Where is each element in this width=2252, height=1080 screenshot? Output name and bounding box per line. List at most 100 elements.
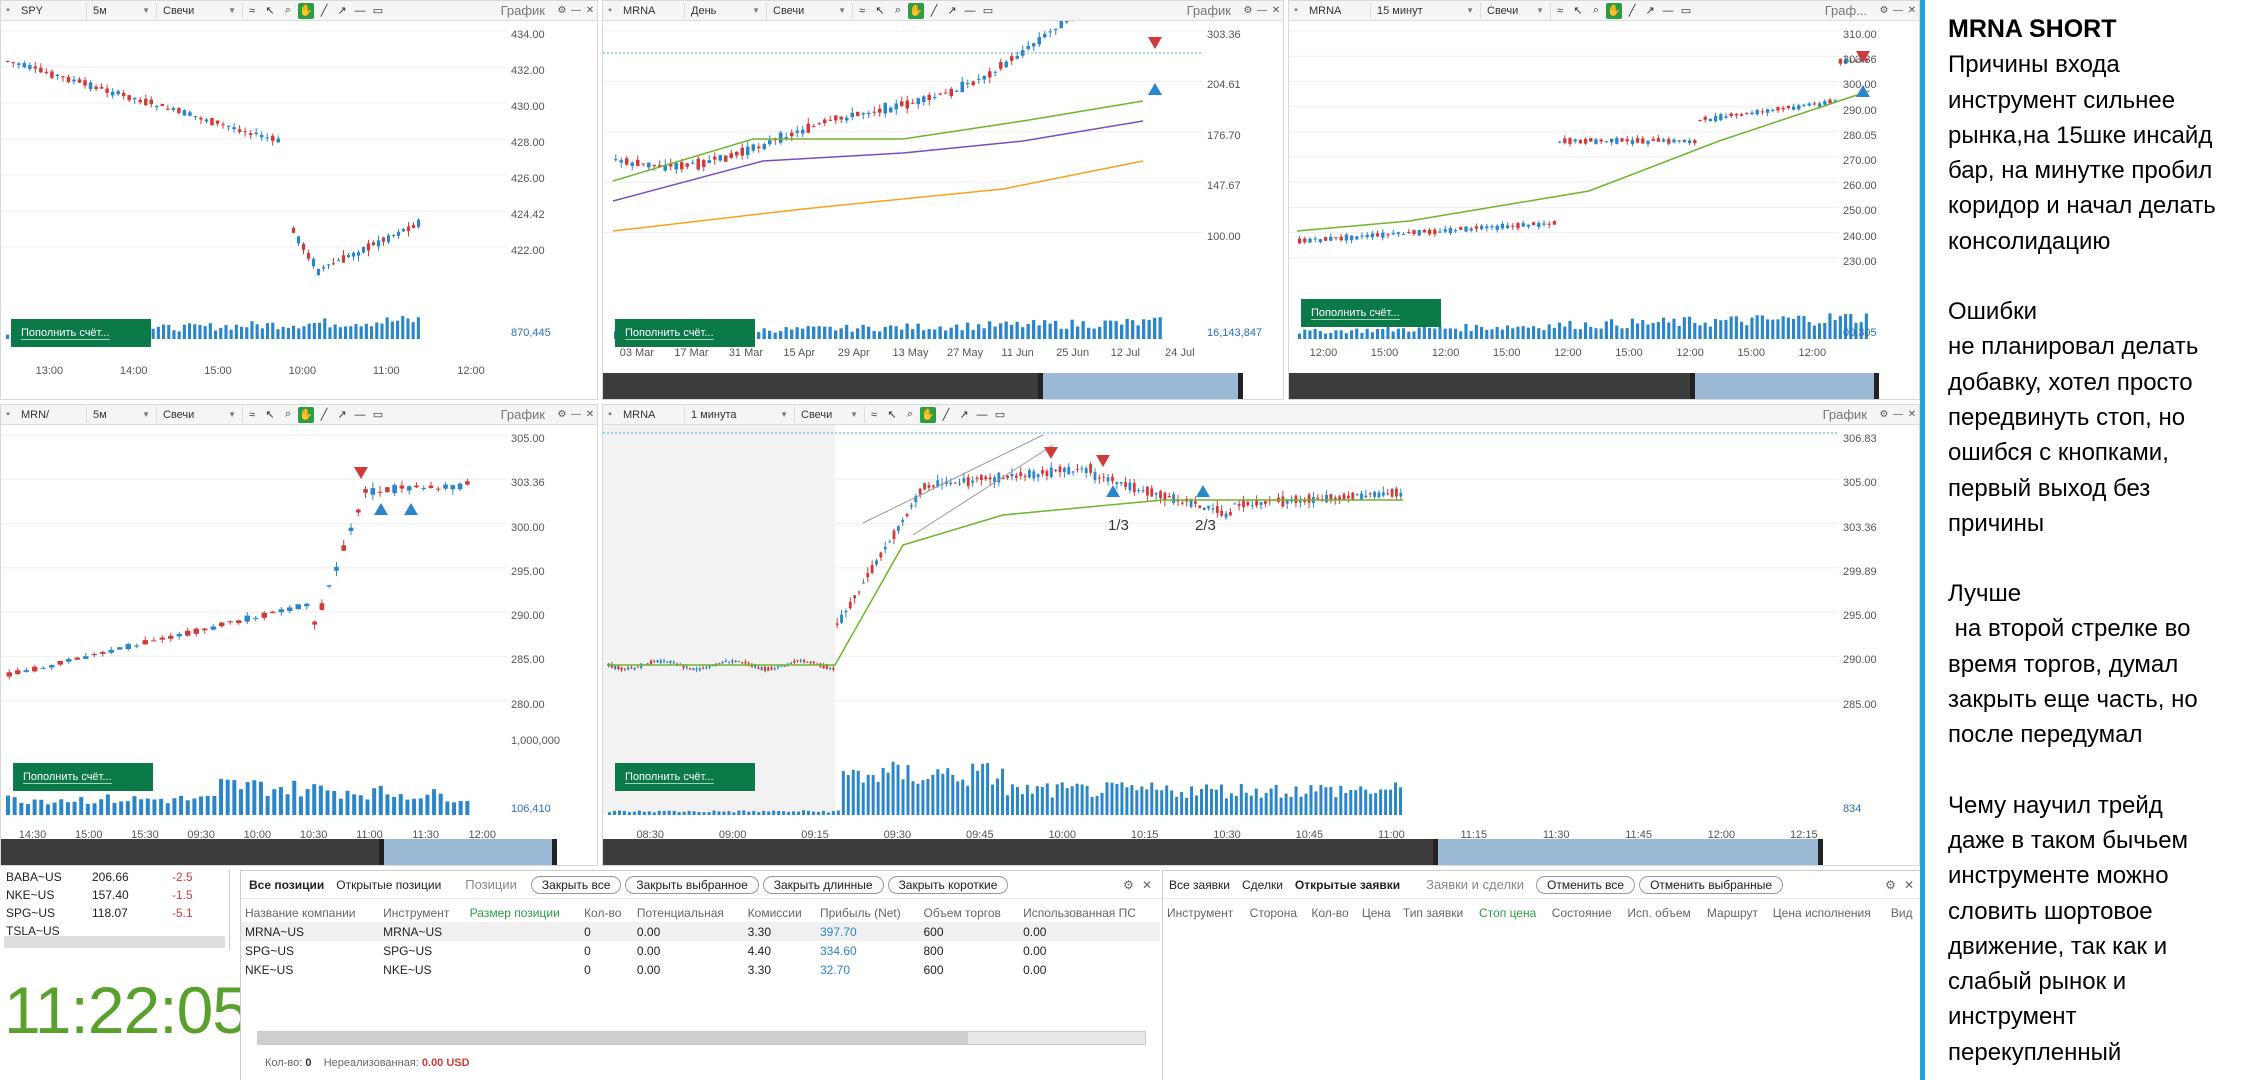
close-icon[interactable]: ✕ (583, 409, 597, 420)
column-header[interactable]: Потенциальная (633, 903, 744, 922)
watchlist-row[interactable]: BABA~US 206.66 -2.5 (0, 870, 229, 888)
zoom-icon[interactable]: ⌕ (1588, 3, 1604, 19)
hline-tool-icon[interactable]: — (974, 407, 990, 423)
close-icon[interactable]: ✕ (1905, 5, 1919, 16)
symbol-field[interactable]: MRNA (617, 2, 685, 19)
indicators-icon[interactable]: ≈ (244, 3, 260, 19)
close-icon[interactable]: ✕ (1904, 878, 1914, 892)
close-positions-button[interactable]: Закрыть выбранное (625, 875, 759, 894)
close-icon[interactable]: ✕ (1142, 878, 1152, 892)
hand-icon[interactable]: ✋ (908, 2, 924, 19)
line-tool-icon[interactable]: ╱ (926, 3, 942, 19)
column-header[interactable]: Использованная ПС (1019, 903, 1160, 922)
topup-account-button[interactable]: Пополнить счёт... (615, 763, 755, 791)
topup-account-button[interactable]: Пополнить счёт... (615, 319, 755, 347)
column-header[interactable]: Цена исполнения (1769, 903, 1887, 922)
orders-tab[interactable]: Открытые заявки (1295, 878, 1400, 892)
minimize-icon[interactable]: — (1891, 409, 1905, 420)
minimize-icon[interactable]: — (569, 409, 583, 420)
settings-icon[interactable]: ⚙ (1885, 878, 1896, 892)
column-header[interactable]: Исп. объем (1623, 903, 1703, 922)
price-chart[interactable] (1, 21, 598, 353)
navigator-window[interactable] (379, 839, 557, 865)
settings-icon[interactable]: ⚙ (1241, 5, 1255, 16)
column-header[interactable]: Объем торгов (919, 903, 1019, 922)
hand-icon[interactable]: ✋ (920, 406, 936, 423)
symbol-field[interactable]: MRNA (617, 406, 685, 423)
column-header[interactable]: Название компании (241, 903, 379, 922)
cursor-icon[interactable]: ↖ (262, 407, 278, 423)
cursor-icon[interactable]: ↖ (884, 407, 900, 423)
column-header[interactable]: Стоп цена (1475, 903, 1548, 922)
cursor-icon[interactable]: ↖ (872, 3, 888, 19)
hline-tool-icon[interactable]: — (352, 407, 368, 423)
column-header[interactable]: Комиссии (744, 903, 816, 922)
minimize-icon[interactable]: — (569, 5, 583, 16)
column-header[interactable]: Состояние (1548, 903, 1624, 922)
interval-select[interactable]: 1 минута ▼ (685, 406, 795, 423)
time-navigator[interactable] (1, 839, 557, 865)
line-tool-icon[interactable]: ╱ (938, 407, 954, 423)
settings-icon[interactable]: ⚙ (1877, 5, 1891, 16)
line-tool-icon[interactable]: ╱ (316, 3, 332, 19)
watchlist-row[interactable]: SPG~US 118.07 -5.1 (0, 906, 229, 924)
watchlist-scrollbar[interactable] (4, 936, 225, 948)
positions-hscroll[interactable] (257, 1031, 1146, 1045)
hand-icon[interactable]: ✋ (298, 406, 314, 423)
price-chart[interactable] (603, 425, 1920, 815)
navigator-window[interactable] (1432, 839, 1823, 865)
hline-tool-icon[interactable]: — (962, 3, 978, 19)
topup-account-button[interactable]: Пополнить счёт... (1301, 299, 1441, 327)
navigator-window[interactable] (1038, 373, 1243, 399)
cancel-orders-button[interactable]: Отменить все (1535, 875, 1636, 894)
zoom-icon[interactable]: ⌕ (280, 407, 296, 423)
column-header[interactable]: Вид (1887, 903, 1920, 922)
close-icon[interactable]: ✕ (1269, 5, 1283, 16)
indicators-icon[interactable]: ≈ (854, 3, 870, 19)
hand-icon[interactable]: ✋ (1606, 2, 1622, 19)
arrow-tool-icon[interactable]: ↗ (956, 407, 972, 423)
close-icon[interactable]: ✕ (1905, 409, 1919, 420)
symbol-field[interactable]: SPY (15, 2, 87, 19)
zoom-icon[interactable]: ⌕ (280, 3, 296, 19)
cancel-orders-button[interactable]: Отменить выбранные (1639, 875, 1784, 894)
rect-tool-icon[interactable]: ▭ (370, 3, 386, 19)
navigator-window[interactable] (1690, 373, 1879, 399)
topup-account-button[interactable]: Пополнить счёт... (13, 763, 153, 791)
watchlist-row[interactable]: NKE~US 157.40 -1.5 (0, 888, 229, 906)
column-header[interactable]: Кол-во (580, 903, 633, 922)
cursor-icon[interactable]: ↖ (1570, 3, 1586, 19)
close-icon[interactable]: ✕ (583, 5, 597, 16)
zoom-icon[interactable]: ⌕ (902, 407, 918, 423)
arrow-tool-icon[interactable]: ↗ (1642, 3, 1658, 19)
line-tool-icon[interactable]: ╱ (316, 407, 332, 423)
column-header[interactable]: Маршрут (1703, 903, 1769, 922)
chart-type-select[interactable]: Свечи ▼ (157, 2, 243, 19)
positions-tab[interactable]: Все позиции (249, 878, 324, 892)
zoom-icon[interactable]: ⌕ (890, 3, 906, 19)
time-navigator[interactable] (1289, 373, 1879, 399)
hand-icon[interactable]: ✋ (298, 2, 314, 19)
orders-tab[interactable]: Все заявки (1169, 878, 1230, 892)
indicators-icon[interactable]: ≈ (866, 407, 882, 423)
close-positions-button[interactable]: Закрыть короткие (887, 875, 1009, 894)
minimize-icon[interactable]: — (1891, 5, 1905, 16)
price-chart[interactable] (1, 425, 598, 815)
table-row[interactable]: NKE~US NKE~US 0 0.00 3.30 32.70 600 0.00 (241, 960, 1160, 979)
chart-type-select[interactable]: Свечи ▼ (1481, 2, 1551, 19)
column-header[interactable]: Инструмент (1163, 903, 1246, 922)
close-positions-button[interactable]: Закрыть длинные (762, 875, 884, 894)
interval-select[interactable]: 5м ▼ (87, 406, 157, 423)
price-chart[interactable] (603, 21, 1284, 353)
column-header[interactable]: Кол-во (1307, 903, 1357, 922)
interval-select[interactable]: День ▼ (685, 2, 767, 19)
settings-icon[interactable]: ⚙ (555, 5, 569, 16)
settings-icon[interactable]: ⚙ (1877, 409, 1891, 420)
indicators-icon[interactable]: ≈ (1552, 3, 1568, 19)
arrow-tool-icon[interactable]: ↗ (334, 3, 350, 19)
hline-tool-icon[interactable]: — (1660, 3, 1676, 19)
time-navigator[interactable] (603, 373, 1243, 399)
table-row[interactable]: MRNA~US MRNA~US 0 0.00 3.30 397.70 600 0.00 (241, 922, 1160, 941)
chart-type-select[interactable]: Свечи ▼ (157, 406, 243, 423)
table-row[interactable]: SPG~US SPG~US 0 0.00 4.40 334.60 800 0.00 (241, 941, 1160, 960)
